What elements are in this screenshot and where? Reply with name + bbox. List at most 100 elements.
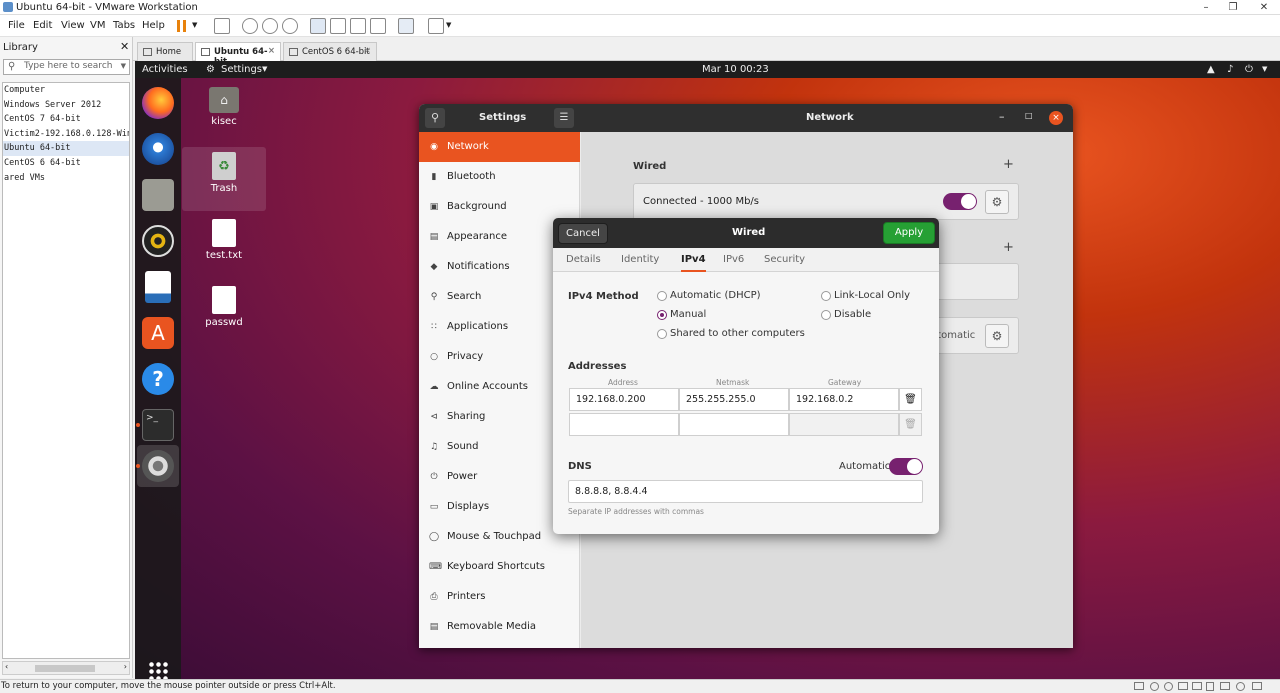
library-item-windows-server[interactable]: Windows Server 2012 (3, 98, 129, 113)
apply-button[interactable]: Apply (883, 222, 935, 244)
clock[interactable]: Mar 10 00:23 (702, 61, 769, 78)
library-item-centos6[interactable]: CentOS 6 64-bit (3, 156, 129, 171)
snapshot-manager-icon[interactable] (282, 18, 298, 34)
power-icon[interactable]: ⏻ (1245, 61, 1253, 78)
thunderbird-icon[interactable] (142, 133, 174, 165)
close-tab-icon[interactable]: × (268, 46, 275, 56)
menu-edit[interactable]: Edit (33, 20, 52, 31)
dns-input[interactable]: 8.8.8.8, 8.8.4.4 (568, 480, 923, 503)
library-item-victim2[interactable]: Victim2-192.168.0.128-Windo (3, 127, 129, 142)
desktop-item-passwd[interactable]: passwd (189, 286, 259, 328)
hamburger-menu-icon[interactable]: ☰ (554, 108, 574, 128)
writer-icon[interactable] (145, 271, 171, 303)
radio-link-local-label[interactable]: Link-Local Only (834, 290, 910, 301)
gateway-input[interactable]: 192.168.0.2 (789, 388, 899, 411)
radio-automatic-dhcp[interactable] (657, 291, 667, 301)
scroll-left-icon[interactable]: ‹ (5, 662, 8, 671)
app-menu-settings[interactable]: Settings (221, 61, 262, 78)
wired-toggle[interactable] (943, 193, 977, 210)
gateway-input-empty[interactable] (789, 413, 899, 436)
gear-icon[interactable]: ⚙ (985, 190, 1009, 214)
dns-automatic-toggle[interactable] (889, 458, 923, 475)
maximize-button[interactable]: ❐ (1219, 0, 1247, 15)
chevron-down-icon[interactable]: ▼ (1262, 61, 1267, 78)
firefox-icon[interactable] (142, 87, 174, 119)
close-tab-icon[interactable]: × (364, 46, 371, 56)
scroll-right-icon[interactable]: › (124, 662, 127, 671)
console-view-icon[interactable] (398, 18, 414, 34)
radio-automatic-dhcp-label[interactable]: Automatic (DHCP) (670, 290, 761, 301)
tab-home[interactable]: Home (137, 42, 193, 61)
radio-shared[interactable] (657, 329, 667, 339)
snapshot-icon[interactable] (242, 18, 258, 34)
messages-icon[interactable] (1252, 682, 1262, 690)
terminal-icon[interactable]: >_ (142, 409, 174, 441)
menu-vm[interactable]: VM (90, 20, 105, 31)
add-vpn-icon[interactable]: + (1003, 240, 1014, 255)
stretch-guest-icon[interactable] (428, 18, 444, 34)
sound-card-icon[interactable] (1206, 682, 1214, 691)
desktop-item-trash[interactable]: ♻ Trash (189, 152, 259, 194)
radio-link-local[interactable] (821, 291, 831, 301)
chevron-down-icon[interactable]: ▼ (446, 21, 451, 29)
minimize-button[interactable]: – (1192, 0, 1220, 15)
library-horizontal-scrollbar[interactable]: ‹ › (2, 661, 130, 675)
files-icon[interactable] (142, 179, 174, 211)
hdd-icon[interactable] (1134, 682, 1144, 690)
netmask-input[interactable]: 255.255.255.0 (679, 388, 789, 411)
app-grid-icon[interactable] (148, 661, 168, 679)
desktop-item-kisec[interactable]: ⌂ kisec (189, 87, 259, 127)
settings-icon[interactable] (142, 450, 174, 482)
library-item-computer[interactable]: Computer (3, 83, 129, 98)
printer-icon[interactable] (1220, 682, 1230, 690)
network-adapter-icon[interactable] (1178, 682, 1188, 690)
thumbnail-bar-icon[interactable] (330, 18, 346, 34)
menu-file[interactable]: File (8, 20, 25, 31)
library-item-ubuntu[interactable]: Ubuntu 64-bit (3, 141, 129, 156)
search-icon[interactable]: ⚲ (425, 108, 445, 128)
desktop-item-test-txt[interactable]: test.txt (189, 219, 259, 261)
delete-row-icon[interactable]: 🗑 (899, 388, 922, 411)
library-item-shared-vms[interactable]: ared VMs (3, 171, 129, 186)
sidebar-item-removable-media[interactable]: ▤ Removable Media (419, 612, 580, 642)
address-input[interactable]: 192.168.0.200 (569, 388, 679, 411)
chevron-down-icon[interactable]: ▼ (192, 21, 197, 29)
usb-icon[interactable] (1192, 682, 1202, 690)
chevron-down-icon[interactable]: ▼ (121, 62, 126, 70)
minimize-icon[interactable]: – (999, 110, 1005, 123)
tab-security[interactable]: Security (764, 248, 805, 272)
volume-icon[interactable]: ♪ (1227, 61, 1233, 78)
help-icon[interactable]: ? (142, 363, 174, 395)
tab-ipv6[interactable]: IPv6 (723, 248, 744, 272)
add-connection-icon[interactable]: + (1003, 157, 1014, 172)
full-screen-icon[interactable] (350, 18, 366, 34)
menu-help[interactable]: Help (142, 20, 165, 31)
library-item-centos7[interactable]: CentOS 7 64-bit (3, 112, 129, 127)
display-icon[interactable] (1236, 682, 1245, 691)
revert-snapshot-icon[interactable] (262, 18, 278, 34)
sidebar-item-printers[interactable]: ⎙ Printers (419, 582, 580, 612)
netmask-input-empty[interactable] (679, 413, 789, 436)
radio-disable-label[interactable]: Disable (834, 309, 871, 320)
maximize-icon[interactable]: □ (1025, 111, 1033, 120)
sidebar-item-keyboard-shortcuts[interactable]: ⌨ Keyboard Shortcuts (419, 552, 580, 582)
cancel-button[interactable]: Cancel (558, 223, 608, 244)
network-icon[interactable]: ▲ (1207, 61, 1215, 78)
send-ctrl-alt-del-icon[interactable] (214, 18, 230, 34)
radio-manual-label[interactable]: Manual (670, 309, 706, 320)
tab-identity[interactable]: Identity (621, 248, 659, 272)
sidebar-item-bluetooth[interactable]: ▮ Bluetooth (419, 162, 580, 192)
tab-ubuntu[interactable]: Ubuntu 64-bit × (195, 42, 281, 67)
menu-view[interactable]: View (61, 20, 85, 31)
tab-details[interactable]: Details (566, 248, 601, 272)
tab-centos6[interactable]: CentOS 6 64-bit × (283, 42, 377, 61)
gear-icon[interactable]: ⚙ (985, 324, 1009, 348)
menu-tabs[interactable]: Tabs (113, 20, 135, 31)
pause-icon[interactable] (174, 18, 190, 34)
close-window-button[interactable]: ✕ (1250, 0, 1278, 15)
library-search-input[interactable]: ⚲ Type here to search ▼ (3, 59, 130, 75)
activities-button[interactable]: Activities (142, 61, 188, 78)
close-icon[interactable]: × (1049, 111, 1063, 125)
unity-icon[interactable] (370, 18, 386, 34)
radio-shared-label[interactable]: Shared to other computers (670, 328, 805, 339)
